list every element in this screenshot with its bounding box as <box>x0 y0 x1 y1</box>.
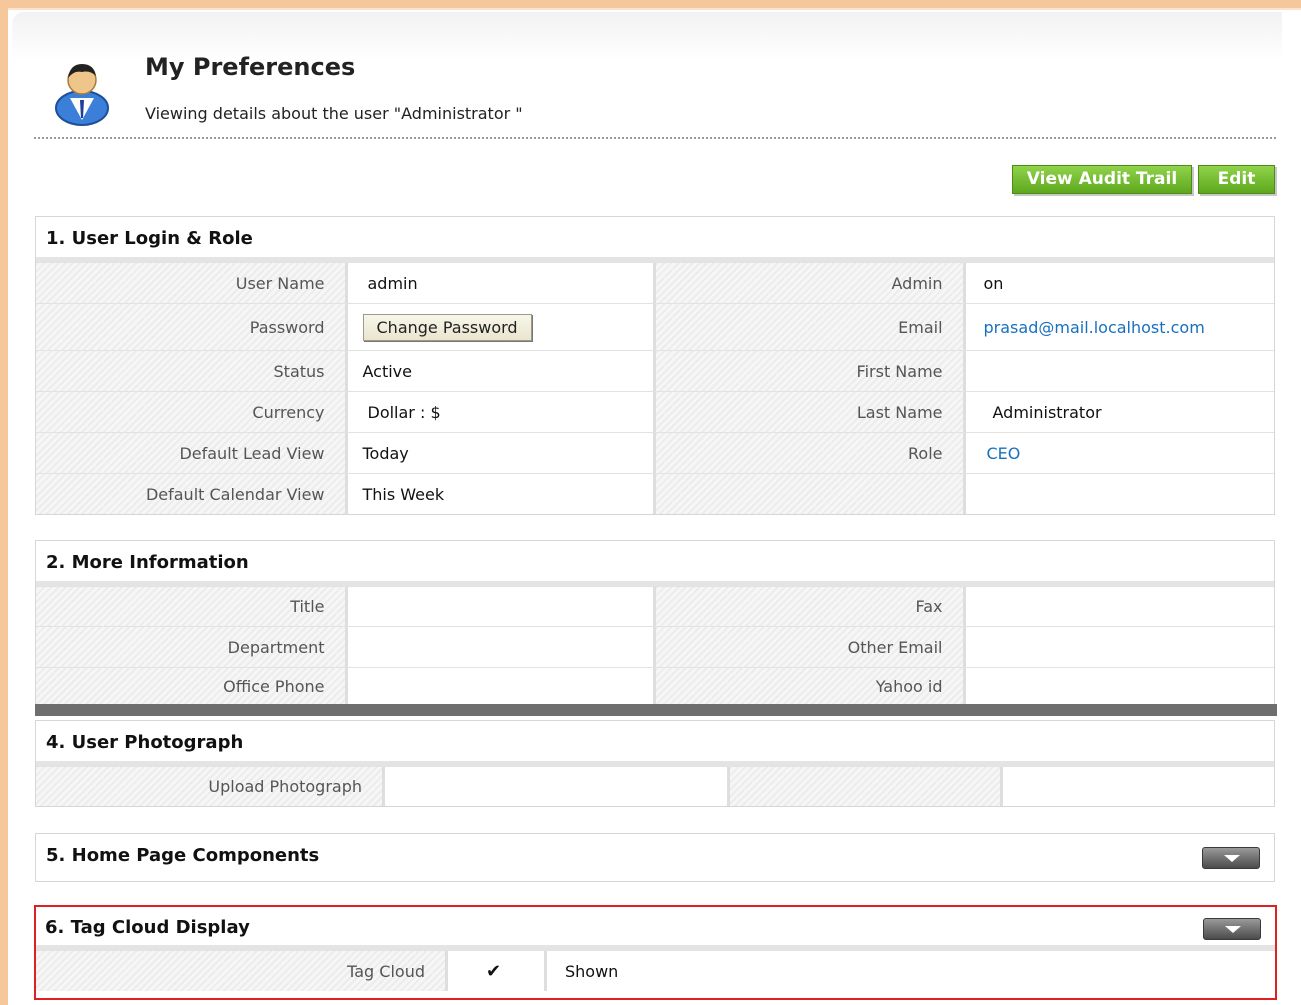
table-row: Upload Photograph <box>36 766 1274 806</box>
value-admin: on <box>965 263 1274 303</box>
table-row: Default Lead View Today Role CEO <box>36 432 1274 473</box>
photo-value-empty <box>1003 767 1273 806</box>
section-title: 1. User Login & Role <box>46 228 253 249</box>
value-status: Active <box>347 351 653 391</box>
value-first-name <box>965 351 1275 391</box>
value-password: Change Password <box>347 304 653 350</box>
label-yahoo-id: Yahoo id <box>656 668 963 705</box>
label-office-phone: Office Phone <box>36 668 345 705</box>
value-fax <box>965 587 1274 626</box>
label-default-calendar-view: Default Calendar View <box>36 474 345 514</box>
label-admin: Admin <box>656 263 963 303</box>
email-link[interactable]: prasad@mail.localhost.com <box>984 318 1205 337</box>
label-password: Password <box>36 304 345 350</box>
value-yahoo-id <box>965 668 1274 705</box>
value-role: CEO <box>965 433 1274 473</box>
expand-home-components-button[interactable] <box>1202 847 1260 869</box>
section-user-login-role: 1. User Login & Role User Name admin Adm… <box>35 216 1275 515</box>
value-default-calendar-view: This Week <box>347 474 653 514</box>
label-department: Department <box>36 627 345 667</box>
value-last-name: Administrator <box>965 392 1275 432</box>
upload-photograph-field[interactable] <box>385 767 727 806</box>
table-row: Password Change Password Email prasad@ma… <box>36 303 1275 350</box>
window-frame-left <box>0 0 8 1005</box>
role-link[interactable]: CEO <box>987 444 1021 463</box>
collapsed-section-bar <box>35 704 1277 716</box>
window-frame-line <box>8 8 1301 10</box>
section-header: 5. Home Page Components <box>36 834 1274 879</box>
value-user-name: admin <box>347 263 653 303</box>
edit-button[interactable]: Edit <box>1198 165 1275 194</box>
section-title: 5. Home Page Components <box>46 845 320 866</box>
section-user-photograph: 4. User Photograph Upload Photograph <box>35 720 1275 807</box>
value-office-phone <box>347 668 653 705</box>
change-password-button[interactable]: Change Password <box>362 313 532 341</box>
table-row: User Name admin Admin on <box>36 262 1274 303</box>
label-status: Status <box>36 351 345 391</box>
table-row: Status Active First Name <box>36 350 1275 391</box>
label-empty <box>656 474 963 514</box>
label-title: Title <box>36 587 345 626</box>
value-default-lead-view: Today <box>347 433 653 473</box>
section-more-information: 2. More Information Title Fax Department… <box>35 540 1275 706</box>
table-row: Currency Dollar : $ Last Name Administra… <box>36 391 1275 432</box>
section-header: 2. More Information <box>36 541 1274 586</box>
table-row: Office Phone Yahoo id <box>36 667 1274 705</box>
header-divider <box>34 137 1276 139</box>
table-row: Title Fax <box>36 586 1274 626</box>
photo-label-empty <box>730 767 1000 806</box>
label-default-lead-view: Default Lead View <box>36 433 345 473</box>
table-row: Default Calendar View This Week <box>36 473 1275 514</box>
label-first-name: First Name <box>656 351 963 391</box>
table-row: Department Other Email <box>36 626 1274 667</box>
label-upload-photograph: Upload Photograph <box>36 767 382 806</box>
page-subtitle: Viewing details about the user "Administ… <box>145 104 523 123</box>
label-email: Email <box>656 304 963 350</box>
section-title: 4. User Photograph <box>46 732 244 753</box>
value-currency: Dollar : $ <box>347 392 653 432</box>
highlight-box <box>34 905 1277 1000</box>
section-header: 4. User Photograph <box>36 721 1274 766</box>
label-role: Role <box>656 433 963 473</box>
label-last-name: Last Name <box>656 392 963 432</box>
value-empty <box>965 474 1275 514</box>
label-other-email: Other Email <box>656 627 963 667</box>
view-audit-trail-button[interactable]: View Audit Trail <box>1012 165 1192 194</box>
value-other-email <box>965 627 1274 667</box>
value-department <box>347 627 653 667</box>
window-frame-top <box>0 0 1301 8</box>
value-email: prasad@mail.localhost.com <box>965 304 1275 350</box>
section-home-page-components: 5. Home Page Components <box>35 833 1275 882</box>
page-title: My Preferences <box>145 53 356 81</box>
value-title <box>347 587 653 626</box>
label-currency: Currency <box>36 392 345 432</box>
section-header: 1. User Login & Role <box>36 217 1274 262</box>
label-fax: Fax <box>656 587 963 626</box>
section-title: 2. More Information <box>46 552 249 573</box>
user-avatar-icon <box>55 64 109 126</box>
label-user-name: User Name <box>36 263 345 303</box>
